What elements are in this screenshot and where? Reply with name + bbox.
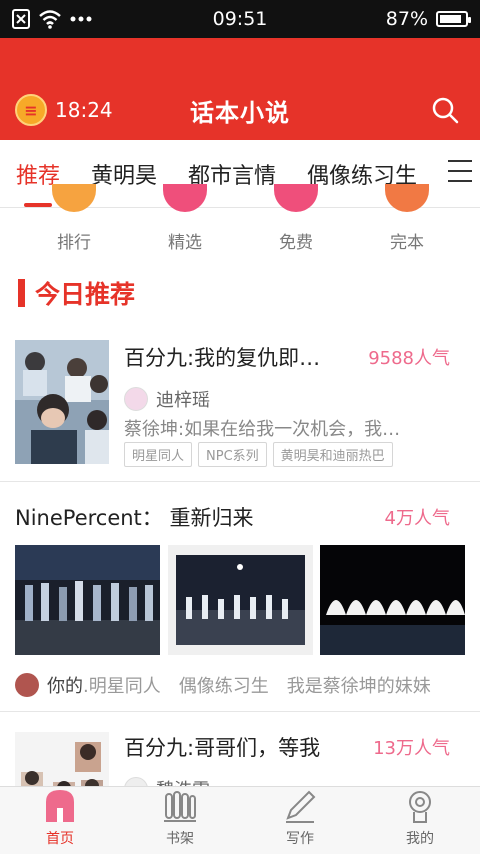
tag[interactable]: 黄明昊和迪丽热巴 [272,442,393,467]
poster-name: 你的 [47,676,83,697]
pen-icon [286,790,316,823]
bottom-nav: 首页 书架 写作 我的 [0,786,480,854]
tag[interactable]: 我是蔡徐坤的妹妹 [287,672,431,698]
alarm-time: 18:24 [55,98,113,122]
book-title: 百分九:哥哥们，等我 [124,736,321,760]
quick-featured-label: 精选 [168,233,202,253]
author: 迪梓瑶 [124,386,210,412]
tab-menu-icon[interactable] [448,160,472,182]
battery-level [440,15,461,23]
stage-photo[interactable] [168,545,313,655]
quick-completed-label: 完本 [390,233,424,253]
alarm-button[interactable]: ≡ 18:24 [15,94,113,126]
ranking-icon [52,184,96,212]
book-cover [15,732,109,786]
bookshelf-icon [164,791,196,822]
section-title: 今日推荐 [35,280,136,309]
popularity-count: 9588人气 [368,348,450,369]
book-card[interactable]: 百分九:哥哥们，等我 13万人气 魏浩雷 [0,712,480,786]
author-name: 魏浩雷 [156,776,210,786]
avatar [124,387,148,411]
popularity-count: 4万人气 [384,508,450,529]
nav-profile[interactable]: 我的 [360,787,480,854]
tag[interactable]: 偶像练习生 [179,672,269,698]
status-bar: 09:51 87% [0,0,480,38]
completed-icon [385,184,429,212]
quick-ranking-label: 排行 [57,233,91,253]
avatar [15,673,39,697]
tag[interactable]: .明星同人 [83,672,161,698]
book-cover [15,340,109,464]
alarm-clock-icon: ≡ [15,94,47,126]
popularity-count: 13万人气 [373,738,450,759]
nav-write[interactable]: 写作 [240,787,360,854]
battery-icon [436,11,471,27]
nav-profile-label: 我的 [406,831,434,847]
stage-photo[interactable] [320,545,465,655]
free-icon [274,184,318,212]
tag-list: 明星同人 NPC系列 黄明昊和迪丽热巴 [124,442,393,467]
post-title: NinePercent： 重新归来 [15,506,254,530]
book-title: 百分九:我的复仇即… [124,346,321,370]
search-icon [432,97,459,124]
avatar [124,777,148,786]
featured-icon [163,184,207,212]
stage-photo[interactable] [15,545,160,655]
home-icon [46,790,74,822]
tag[interactable]: 明星同人 [124,442,193,467]
status-time: 09:51 [212,8,268,30]
header-row: 话本小说 ≡ 18:24 [0,90,480,130]
search-button[interactable] [430,95,460,125]
nav-bookshelf-label: 书架 [166,831,194,847]
author-name: 迪梓瑶 [156,390,210,411]
app-header: 话本小说 ≡ 18:24 [0,38,480,140]
photo-post-card[interactable]: NinePercent： 重新归来 4万人气 你的 .明星同人 偶像练习生 我是… [0,482,480,712]
book-description: 蔡徐坤:如果在给我一次机会，我… [124,419,401,440]
quick-free-label: 免费 [279,233,313,253]
author: 魏浩雷 [124,776,210,786]
post-footer: 你的 .明星同人 偶像练习生 我是蔡徐坤的妹妹 [15,672,431,698]
section-header: 今日推荐 [18,276,135,310]
nav-home-label: 首页 [46,831,74,847]
tab-huang-minghao[interactable]: 黄明昊 [91,140,157,208]
profile-icon [409,791,431,823]
nav-bookshelf[interactable]: 书架 [120,787,240,854]
nav-home[interactable]: 首页 [0,787,120,854]
section-bar [18,279,25,307]
book-card[interactable]: 百分九:我的复仇即… 9588人气 迪梓瑶 蔡徐坤:如果在给我一次机会，我… 明… [0,330,480,482]
tag[interactable]: NPC系列 [198,442,267,467]
nav-write-label: 写作 [286,831,314,847]
quick-categories: 排行 精选 免费 完本 [0,184,480,258]
